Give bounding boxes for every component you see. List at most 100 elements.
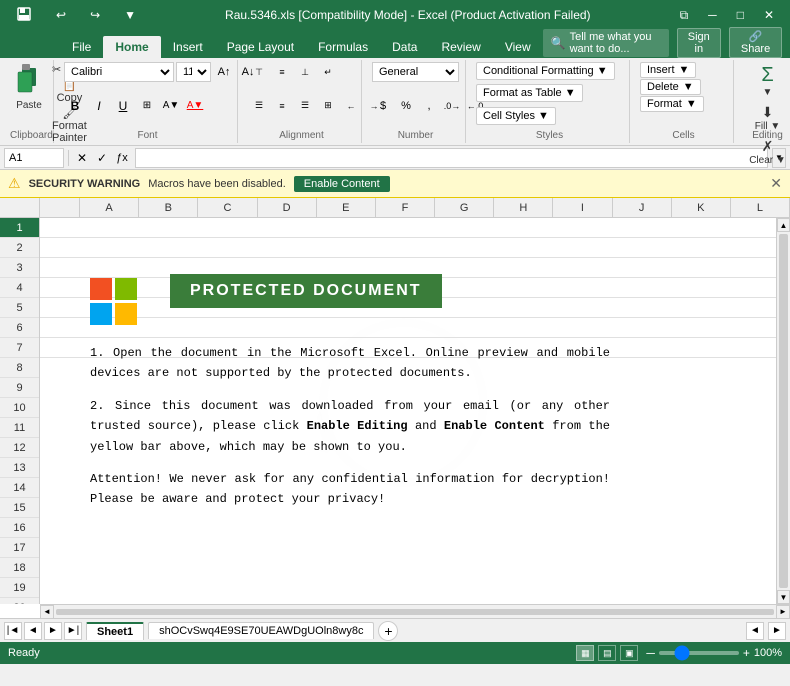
share-button[interactable]: 🔗 Share [729,27,782,58]
row-num-5[interactable]: 5 [0,298,39,318]
col-header-E[interactable]: E [317,198,376,218]
align-right-button[interactable]: ☰ [294,96,316,116]
close-button[interactable]: ✕ [756,6,782,25]
wrap-text-button[interactable]: ↵ [317,62,339,82]
scroll-down-button[interactable]: ▼ [777,590,790,604]
col-header-K[interactable]: K [672,198,731,218]
tab-scroll-right[interactable]: ► [768,622,786,640]
row-num-8[interactable]: 8 [0,358,39,378]
delete-cells-button[interactable]: Delete ▼ [640,79,701,95]
sheet-tab-1[interactable]: Sheet1 [86,622,144,640]
select-all-button[interactable] [0,198,40,217]
fill-color-button[interactable]: A▼ [160,96,182,116]
cancel-formula-button[interactable]: ✕ [73,149,91,167]
vertical-scrollbar[interactable]: ▲ ▼ [776,218,790,604]
col-header-B[interactable]: B [139,198,198,218]
row-num-10[interactable]: 10 [0,398,39,418]
col-header-A[interactable]: A [80,198,139,218]
format-cells-button[interactable]: Format ▼ [640,96,704,112]
col-header-L[interactable]: L [731,198,790,218]
font-size-select[interactable]: 11 [176,62,211,82]
redo-button[interactable]: ↪ [82,6,108,24]
row-num-3[interactable]: 3 [0,258,39,278]
sheet-last-button[interactable]: ►| [64,622,82,640]
row-num-7[interactable]: 7 [0,338,39,358]
increase-font-button[interactable]: A↑ [213,62,235,82]
bold-button[interactable]: B [64,96,86,116]
row-num-6[interactable]: 6 [0,318,39,338]
align-top-button[interactable]: ⊤ [248,62,270,82]
sheet-prev-button[interactable]: ◄ [24,622,42,640]
scroll-up-button[interactable]: ▲ [777,218,790,232]
align-center-button[interactable]: ≡ [271,96,293,116]
tab-review[interactable]: Review [429,36,492,58]
sign-in-button[interactable]: Sign in [677,28,722,58]
zoom-slider[interactable] [659,651,739,655]
col-header-J[interactable]: J [613,198,672,218]
italic-button[interactable]: I [88,96,110,116]
col-header-C[interactable]: C [198,198,257,218]
sheet-first-button[interactable]: |◄ [4,622,22,640]
row-num-18[interactable]: 18 [0,558,39,578]
row-num-4[interactable]: 4 [0,278,39,298]
tab-insert[interactable]: Insert [161,36,215,58]
tab-view[interactable]: View [493,36,543,58]
customize-qat-button[interactable]: ▼ [116,6,144,24]
horizontal-scrollbar[interactable]: ◄ ► [40,604,790,618]
number-format-select[interactable]: General [372,62,459,82]
row-num-11[interactable]: 11 [0,418,39,438]
scroll-left-button[interactable]: ◄ [40,605,54,619]
format-as-table-button[interactable]: Format as Table ▼ [476,84,583,102]
sheet-tab-2[interactable]: shOCvSwq4E9SE70UEAWDgUOln8wy8c [148,622,374,639]
cell-reference-input[interactable] [4,148,64,168]
tell-me-search[interactable]: 🔍 Tell me what you want to do... [543,29,669,57]
cell-styles-button[interactable]: Cell Styles ▼ [476,107,556,125]
tab-data[interactable]: Data [380,36,429,58]
merge-cells-button[interactable]: ⊞ [317,96,339,116]
conditional-formatting-button[interactable]: Conditional Formatting ▼ [476,62,615,80]
indent-decrease-button[interactable]: ← [340,96,362,116]
col-header-G[interactable]: G [435,198,494,218]
row-num-17[interactable]: 17 [0,538,39,558]
percent-button[interactable]: % [395,96,417,116]
tab-formulas[interactable]: Formulas [306,36,380,58]
row-num-19[interactable]: 19 [0,578,39,598]
insert-cells-button[interactable]: Insert ▼ [640,62,696,78]
row-num-20[interactable]: 20 [0,598,39,604]
font-name-select[interactable]: Calibri [64,62,174,82]
page-layout-view-button[interactable]: ▤ [598,645,616,661]
align-middle-button[interactable]: ≡ [271,62,293,82]
save-button[interactable] [8,4,40,27]
row-num-12[interactable]: 12 [0,438,39,458]
normal-view-button[interactable]: ▦ [576,645,594,661]
align-left-button[interactable]: ☰ [248,96,270,116]
col-header-I[interactable]: I [553,198,612,218]
row-num-1[interactable]: 1 [0,218,39,238]
tab-scroll-left[interactable]: ◄ [746,622,764,640]
autosum-button[interactable]: Σ ▼ [757,62,777,100]
confirm-formula-button[interactable]: ✓ [93,149,111,167]
sheet-next-button[interactable]: ► [44,622,62,640]
currency-button[interactable]: $ [372,96,394,116]
insert-function-button[interactable]: ƒx [113,149,131,167]
add-sheet-button[interactable]: + [378,621,398,641]
underline-button[interactable]: U [112,96,134,116]
col-header-D[interactable]: D [258,198,317,218]
zoom-out-button[interactable]: ─ [646,646,655,660]
increase-decimal-button[interactable]: .0→ [441,96,463,116]
page-break-view-button[interactable]: ▣ [620,645,638,661]
comma-button[interactable]: , [418,96,440,116]
row-num-2[interactable]: 2 [0,238,39,258]
horizontal-scroll-thumb[interactable] [56,609,774,615]
row-num-15[interactable]: 15 [0,498,39,518]
maximize-button[interactable]: □ [729,6,752,25]
scroll-thumb[interactable] [779,234,788,588]
col-header-F[interactable]: F [376,198,435,218]
col-header-H[interactable]: H [494,198,553,218]
tab-home[interactable]: Home [103,36,160,58]
zoom-in-button[interactable]: + [743,646,750,660]
align-bottom-button[interactable]: ⊥ [294,62,316,82]
tab-page-layout[interactable]: Page Layout [215,36,306,58]
scroll-right-button[interactable]: ► [776,605,790,619]
font-color-button[interactable]: A▼ [184,96,206,116]
